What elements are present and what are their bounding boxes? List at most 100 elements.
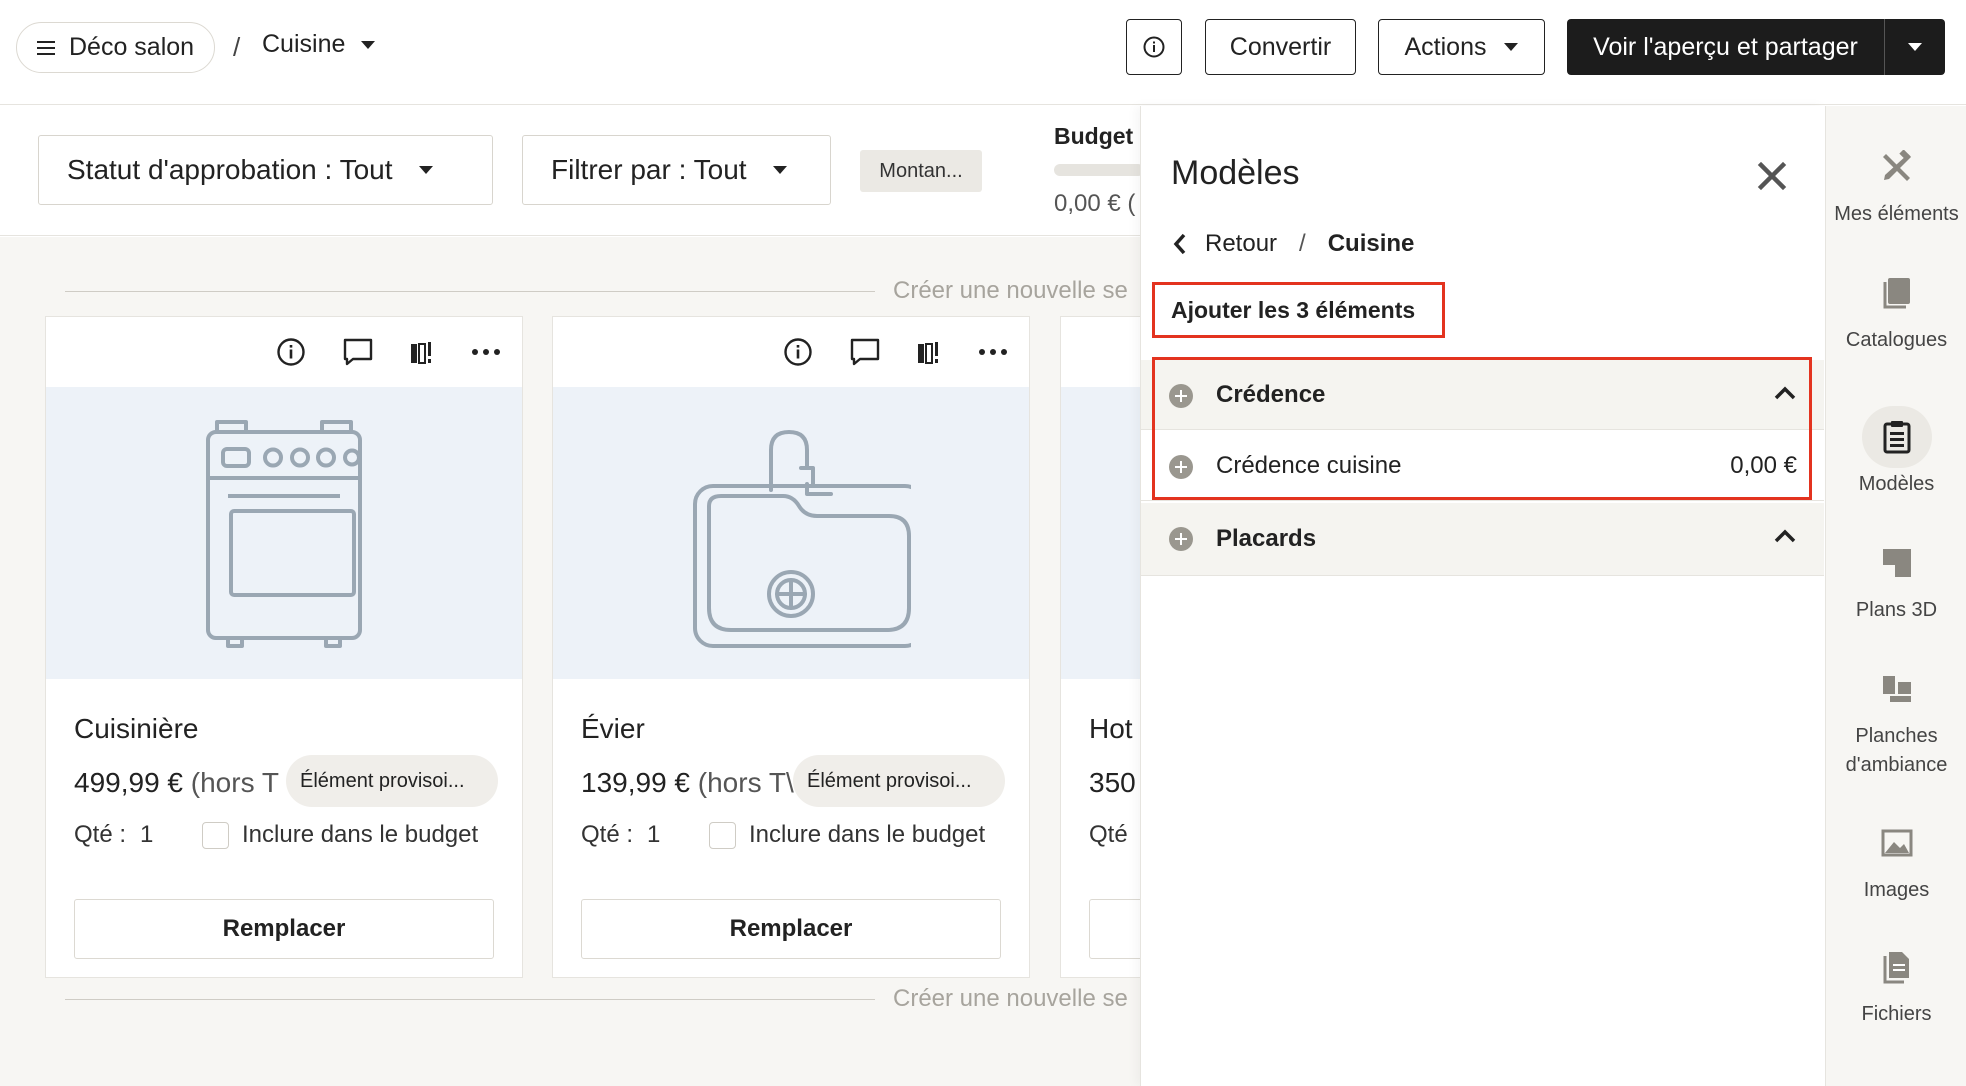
rail-label: Plans 3D <box>1855 599 1938 621</box>
include-in-budget[interactable]: Inclure dans le budget <box>709 821 985 849</box>
status-badge[interactable]: Élément provisoi... <box>793 755 1005 807</box>
include-budget-checkbox[interactable] <box>202 821 229 849</box>
rail-3d-plans[interactable]: Plans 3D <box>1826 532 1966 625</box>
divider-line <box>65 999 875 1000</box>
stove-icon <box>206 420 362 648</box>
price-tax-note: (hors T <box>190 767 279 798</box>
item-title[interactable]: Hot <box>1089 713 1133 745</box>
comment-icon[interactable] <box>848 335 882 369</box>
item-title[interactable]: Cuisinière <box>74 713 199 745</box>
add-circle-icon[interactable] <box>1169 527 1193 551</box>
filter-by-dropdown[interactable]: Filtrer par : Tout <box>522 135 831 205</box>
rail-images[interactable]: Images <box>1826 812 1966 905</box>
item-card: Cuisinière 499,99 € (hors T Élément prov… <box>45 316 523 978</box>
template-group-placards[interactable]: Placards <box>1141 503 1824 576</box>
new-section-label: Créer une nouvelle se <box>893 277 1128 304</box>
share-button-group: Voir l'aperçu et partager <box>1567 19 1945 75</box>
info-icon[interactable] <box>781 335 815 369</box>
items-area: Créer une nouvelle se Cuisinière 499,99 … <box>0 237 1140 1086</box>
item-image[interactable] <box>1061 387 1140 679</box>
status-badge[interactable]: Élément provisoi... <box>286 755 498 807</box>
card-toolbar <box>46 317 522 387</box>
card-toolbar <box>1061 317 1140 387</box>
quantity-label: Qté : <box>581 821 634 848</box>
price-value: 350 <box>1089 767 1136 798</box>
more-options-icon[interactable] <box>976 335 1010 369</box>
rail-label: Modèles <box>1858 473 1935 495</box>
chevron-down-icon <box>418 166 433 174</box>
add-all-items-button[interactable]: Ajouter les 3 éléments <box>1152 282 1445 338</box>
chevron-left-icon <box>1173 233 1186 255</box>
include-budget-label: Inclure dans le budget <box>749 821 986 848</box>
tools-icon <box>1862 136 1932 198</box>
info-button[interactable] <box>1126 19 1182 75</box>
quantity-label: Qté <box>1089 821 1128 848</box>
replace-button[interactable] <box>1089 899 1140 959</box>
convert-button[interactable]: Convertir <box>1205 19 1356 75</box>
approval-status-icon[interactable] <box>404 335 438 369</box>
share-options-button[interactable] <box>1885 19 1945 75</box>
moodboard-icon <box>1862 658 1932 720</box>
price-tax-note: (hors T\ <box>697 767 794 798</box>
room-selector[interactable]: Cuisine <box>262 30 376 59</box>
info-icon <box>1143 36 1165 58</box>
room-name: Cuisine <box>262 30 346 58</box>
replace-button[interactable]: Remplacer <box>581 899 1001 959</box>
panel-breadcrumb: Retour / Cuisine <box>1173 230 1414 258</box>
close-icon[interactable] <box>1752 156 1792 196</box>
include-budget-checkbox[interactable] <box>709 821 736 849</box>
back-link[interactable]: Retour <box>1173 230 1277 258</box>
budget-value: 0,00 € ( <box>1054 190 1136 217</box>
rail-templates[interactable]: Modèles <box>1826 406 1966 499</box>
new-section-divider[interactable]: Créer une nouvelle se <box>65 277 1140 307</box>
rail-catalogs[interactable]: Catalogues <box>1826 262 1966 355</box>
right-rail: Mes éléments Catalogues Modèles Plans 3D… <box>1825 106 1966 1086</box>
amount-chip[interactable]: Montan... <box>860 150 982 192</box>
item-price: 139,99 € (hors T\ <box>581 767 794 799</box>
rail-moodboards[interactable]: Planches d'ambiance <box>1826 658 1966 780</box>
item-image[interactable] <box>46 387 522 679</box>
budget-progress-bar <box>1054 164 1144 176</box>
replace-button[interactable]: Remplacer <box>74 899 494 959</box>
chevron-down-icon <box>1908 43 1922 51</box>
item-image[interactable] <box>553 387 1029 679</box>
breadcrumb-separator: / <box>233 32 241 62</box>
quantity[interactable]: Qté <box>1089 821 1128 849</box>
include-in-budget[interactable]: Inclure dans le budget <box>202 821 478 849</box>
templates-panel: Modèles Retour / Cuisine Ajouter les 3 é… <box>1140 106 1825 1086</box>
comment-icon[interactable] <box>341 335 375 369</box>
rail-label: Mes éléments <box>1834 203 1959 225</box>
rail-files[interactable]: Fichiers <box>1826 936 1966 1029</box>
rail-my-items[interactable]: Mes éléments <box>1826 136 1966 229</box>
template-icon <box>1861 406 1932 468</box>
quantity[interactable]: Qté : 1 <box>581 821 660 849</box>
rail-label: Planches d'ambiance <box>1845 725 1948 776</box>
card-toolbar <box>553 317 1029 387</box>
rail-label: Images <box>1863 879 1930 901</box>
price-value: 499,99 € <box>74 767 183 798</box>
preview-share-button[interactable]: Voir l'aperçu et partager <box>1567 19 1885 75</box>
new-section-divider[interactable]: Créer une nouvelle se <box>65 985 1140 1015</box>
approval-status-icon[interactable] <box>911 335 945 369</box>
more-options-icon[interactable] <box>469 335 503 369</box>
price-value: 139,99 € <box>581 767 690 798</box>
approval-status-filter[interactable]: Statut d'approbation : Tout <box>38 135 493 205</box>
sink-icon <box>693 430 911 648</box>
highlight-box <box>1152 357 1812 500</box>
budget-label: Budget <box>1054 123 1134 149</box>
quantity-value: 1 <box>647 821 661 848</box>
chevron-up-icon[interactable] <box>1774 529 1796 543</box>
quantity[interactable]: Qté : 1 <box>74 821 153 849</box>
files-icon <box>1862 936 1932 998</box>
image-icon <box>1862 812 1932 874</box>
info-icon[interactable] <box>274 335 308 369</box>
top-bar: Déco salon / Cuisine Convertir Actions V… <box>0 0 1966 105</box>
project-menu-button[interactable]: Déco salon <box>16 22 216 73</box>
actions-dropdown[interactable]: Actions <box>1378 19 1545 75</box>
group-label: Placards <box>1216 525 1317 552</box>
item-title[interactable]: Évier <box>581 713 645 745</box>
filter-bar: Statut d'approbation : Tout Filtrer par … <box>0 106 1144 236</box>
new-section-label: Créer une nouvelle se <box>893 985 1128 1012</box>
quantity-value: 1 <box>140 821 154 848</box>
item-price: 499,99 € (hors T <box>74 767 279 799</box>
